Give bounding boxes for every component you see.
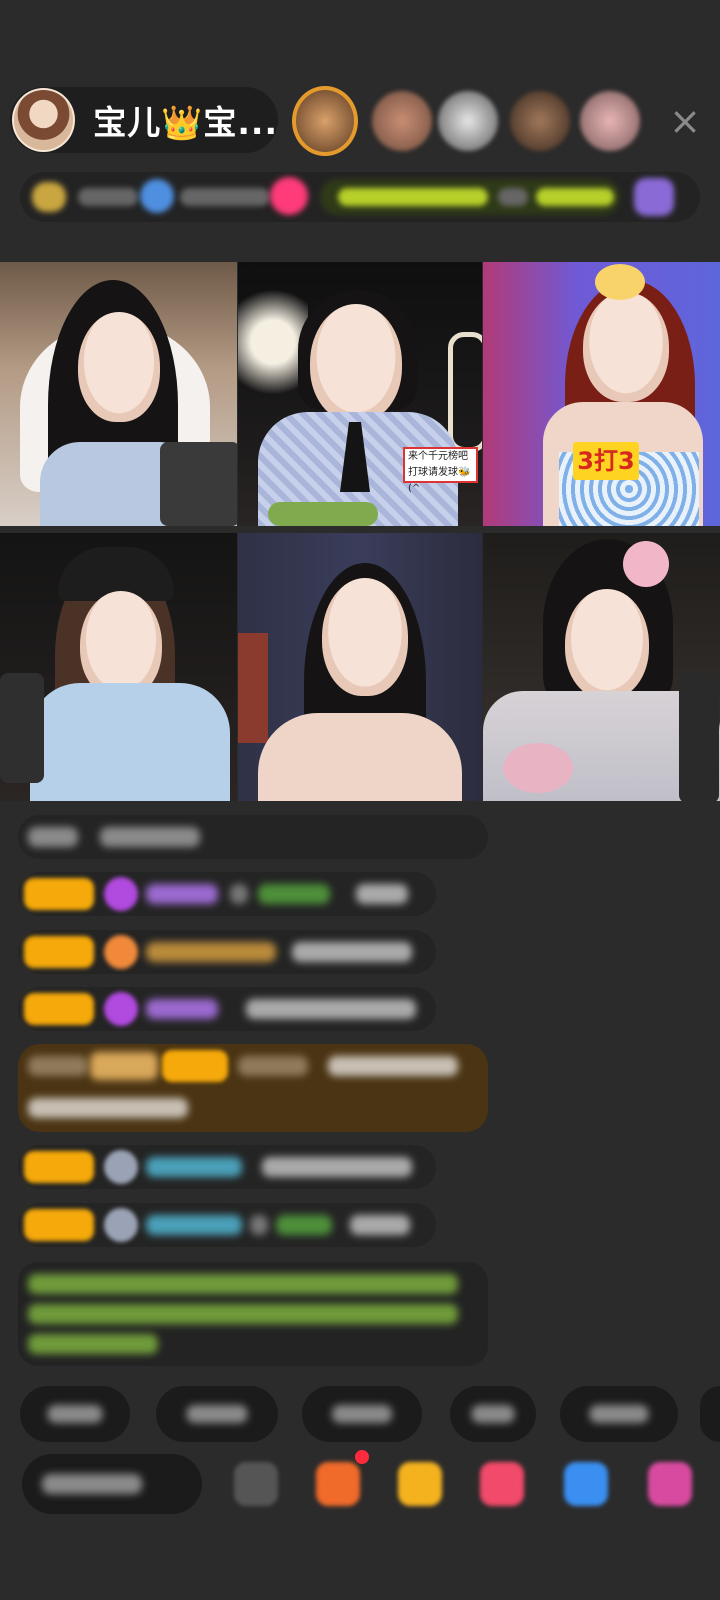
emoji-icon[interactable] — [234, 1462, 278, 1506]
viewer-avatar-5[interactable] — [580, 91, 640, 151]
orange-icon — [104, 935, 138, 969]
video-tile-5[interactable] — [238, 533, 482, 801]
gift-box-icon[interactable] — [316, 1462, 360, 1506]
quick-action-chip-5[interactable] — [560, 1386, 678, 1442]
video-tile-3[interactable] — [483, 262, 720, 526]
game-icon[interactable] — [564, 1462, 608, 1506]
viewer-avatar-2[interactable] — [372, 91, 432, 151]
chat-message-1[interactable] — [18, 815, 488, 859]
video-tile-6[interactable] — [483, 533, 720, 801]
tile-sign: 来个千元榜吧 打球请发球🐝(^ — [403, 447, 478, 494]
close-icon[interactable]: × — [665, 101, 705, 141]
host-info-pill[interactable]: 宝儿👑宝... — [10, 87, 278, 153]
viewer-avatar-4[interactable] — [510, 91, 570, 151]
viewer-avatar-3[interactable] — [438, 91, 498, 151]
level-badge — [24, 878, 94, 910]
bubble-icon — [104, 1150, 138, 1184]
chat-message-5[interactable] — [18, 1044, 488, 1132]
chat-message-7[interactable] — [18, 1203, 436, 1247]
diamond-icon — [104, 992, 138, 1026]
chat-message-6[interactable] — [18, 1145, 436, 1189]
quick-action-chip-6[interactable] — [700, 1386, 720, 1442]
system-notice — [18, 1262, 488, 1366]
tile-sign-line-2: 打球请发球🐝(^ — [408, 467, 471, 494]
quick-action-chip-4[interactable] — [450, 1386, 536, 1442]
video-tile-1[interactable] — [0, 262, 237, 526]
match-label: 3打3 — [573, 442, 639, 480]
diamond-icon — [104, 877, 138, 911]
host-avatar[interactable] — [12, 88, 76, 152]
level-badge — [24, 936, 94, 968]
gift-icon[interactable] — [398, 1462, 442, 1506]
host-name: 宝儿👑宝... — [93, 103, 278, 142]
level-badge — [24, 993, 94, 1025]
red-envelope-icon[interactable] — [480, 1462, 524, 1506]
bubble-icon — [104, 1208, 138, 1242]
notification-dot-icon — [355, 1450, 369, 1464]
tile-sign-line-1: 来个千元榜吧 — [408, 451, 468, 462]
quick-action-chip-1[interactable] — [20, 1386, 130, 1442]
level-badge — [24, 1151, 94, 1183]
level-badge — [24, 1209, 94, 1241]
quick-action-chip-2[interactable] — [156, 1386, 278, 1442]
video-tile-4[interactable] — [0, 533, 237, 801]
chat-message-3[interactable] — [18, 930, 436, 974]
quick-action-chip-3[interactable] — [302, 1386, 422, 1442]
tag-bar[interactable] — [20, 172, 700, 222]
comment-input[interactable] — [22, 1454, 202, 1514]
chat-message-4[interactable] — [18, 987, 436, 1031]
more-icon[interactable] — [648, 1462, 692, 1506]
viewer-avatar-1[interactable] — [292, 86, 358, 156]
chat-message-2[interactable] — [18, 872, 436, 916]
